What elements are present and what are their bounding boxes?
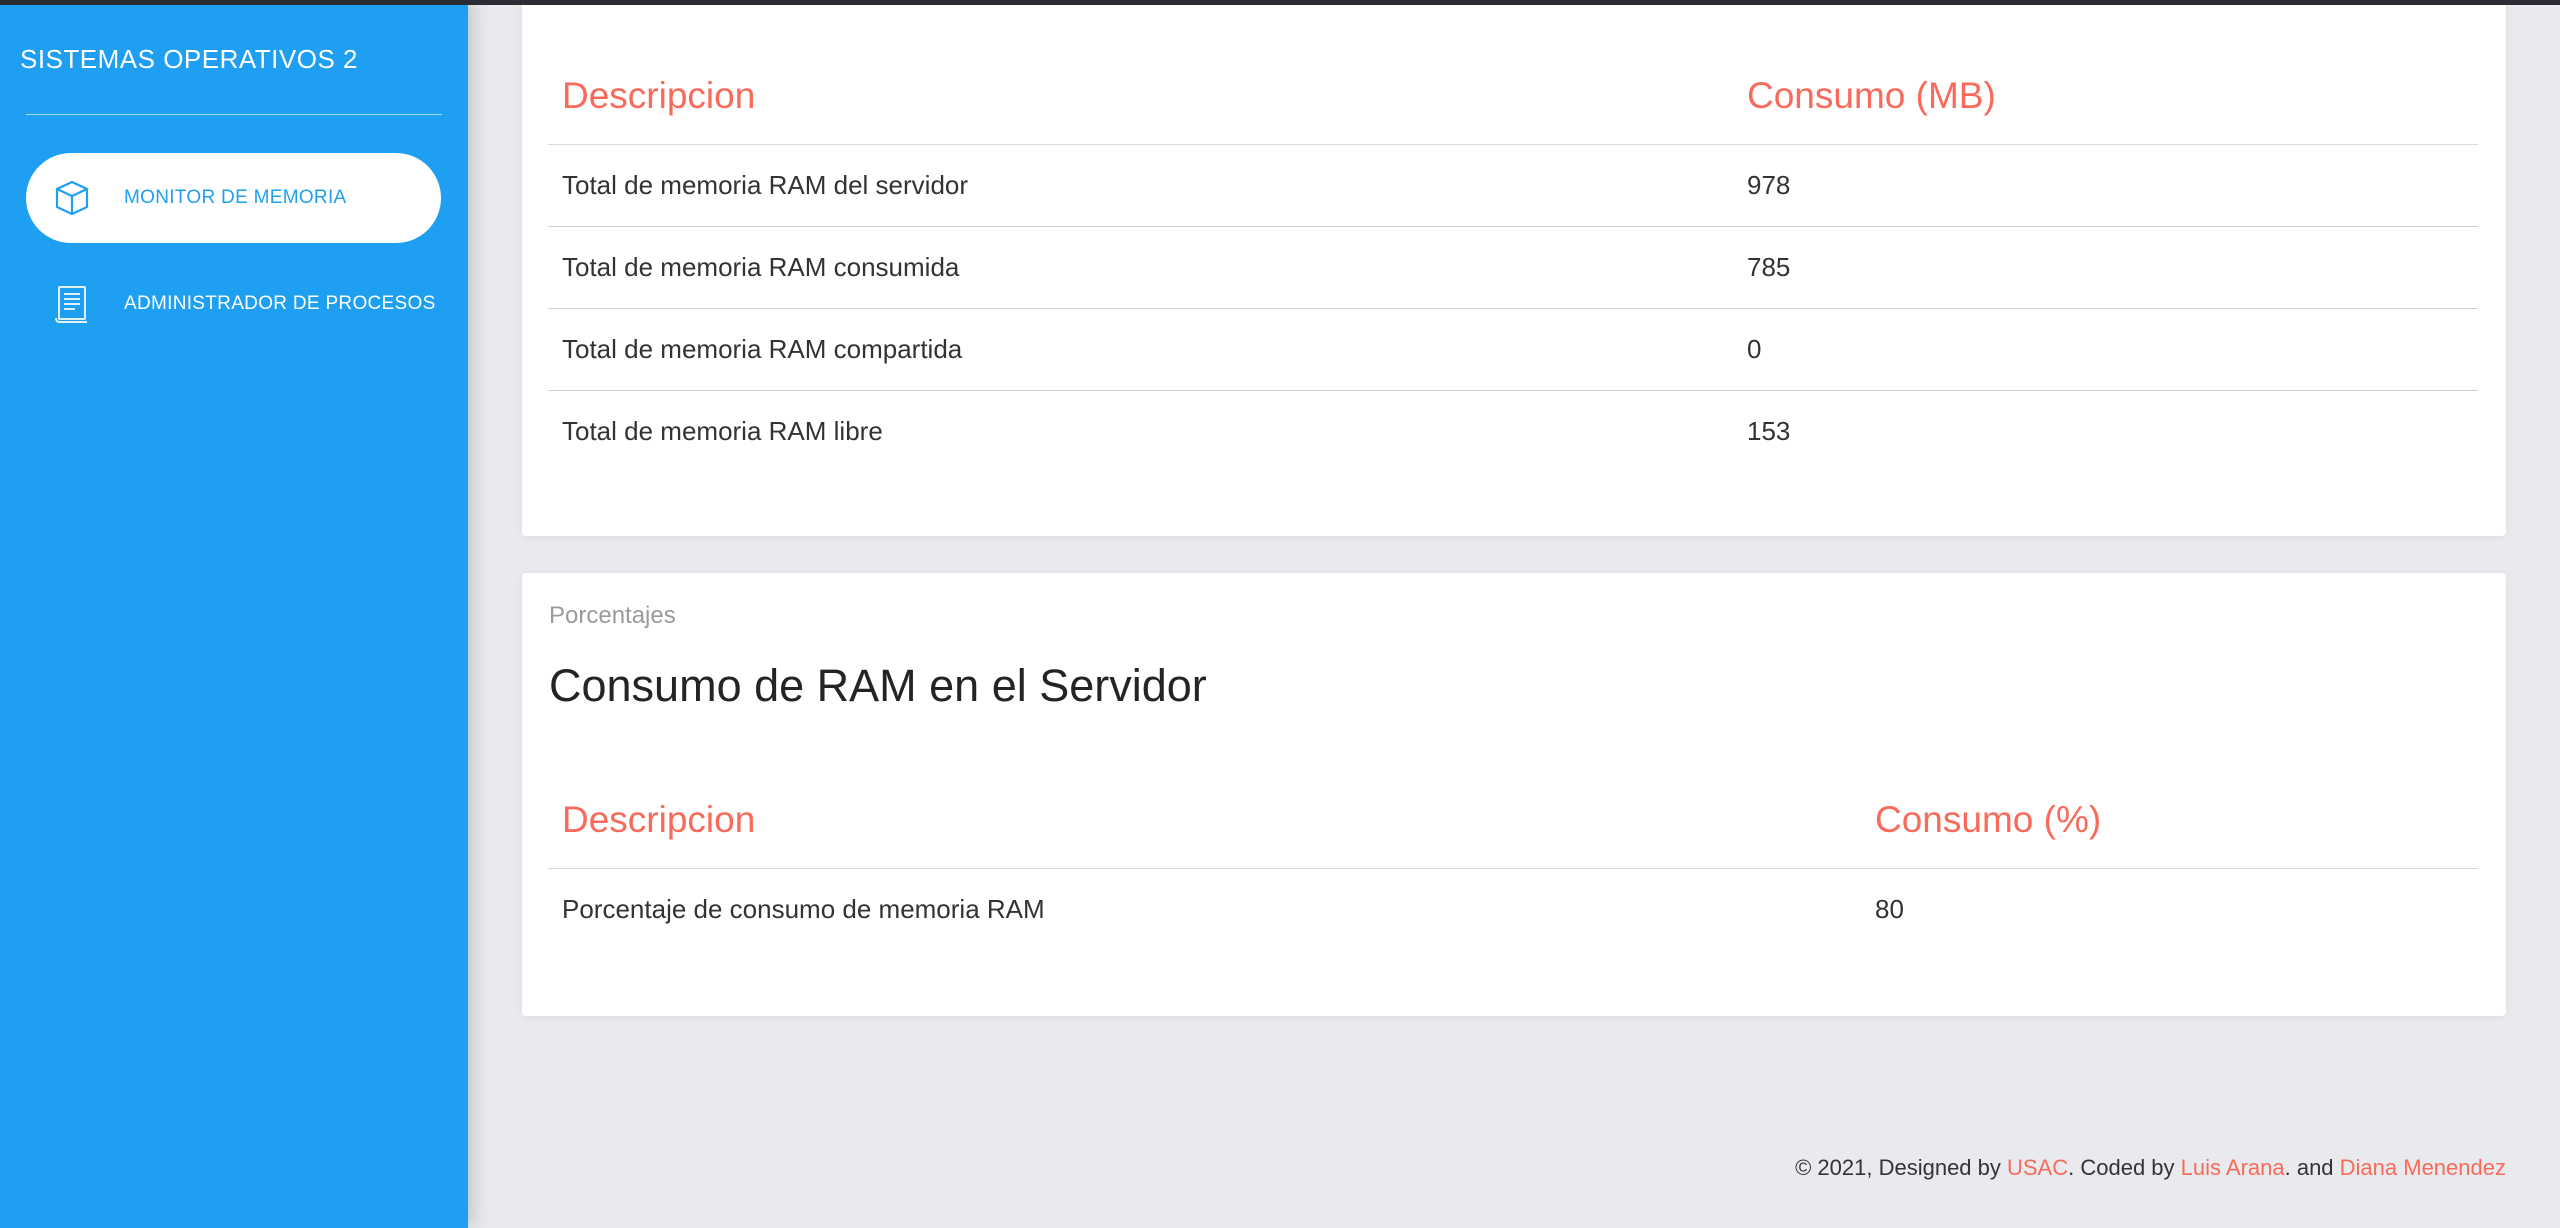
document-icon bbox=[52, 284, 92, 324]
row-description: Total de memoria RAM consumida bbox=[548, 226, 1733, 309]
box-icon bbox=[52, 178, 92, 218]
row-value: 0 bbox=[1733, 308, 2478, 391]
table-header-row: Descripcion Consumo (MB) bbox=[548, 48, 2478, 145]
column-header-description: Descripcion bbox=[548, 48, 1733, 145]
footer-link-diana-menendez[interactable]: Diana Menendez bbox=[2340, 1155, 2506, 1180]
row-description: Total de memoria RAM del servidor bbox=[548, 144, 1733, 227]
sidebar-item-label: MONITOR DE MEMORIA bbox=[124, 187, 347, 208]
footer: © 2021, Designed by USAC. Coded by Luis … bbox=[1795, 1155, 2506, 1181]
window-top-bar bbox=[0, 0, 2560, 5]
card-title: Consumo de RAM en el Servidor bbox=[549, 660, 1207, 711]
table-header-row: Descripcion Consumo (%) bbox=[548, 772, 2478, 869]
column-header-consumption: Consumo (MB) bbox=[1733, 48, 2478, 145]
table-row: Total de memoria RAM consumida 785 bbox=[548, 226, 2478, 309]
footer-middle: . Coded by bbox=[2068, 1155, 2181, 1180]
row-description: Porcentaje de consumo de memoria RAM bbox=[562, 894, 1045, 924]
footer-joiner: . and bbox=[2284, 1155, 2340, 1180]
footer-link-luis-arana[interactable]: Luis Arana bbox=[2181, 1155, 2285, 1180]
row-value: 978 bbox=[1733, 144, 2478, 227]
row-value: 785 bbox=[1733, 226, 2478, 309]
table-row: Total de memoria RAM libre 153 bbox=[548, 391, 2478, 473]
sidebar: SISTEMAS OPERATIVOS 2 MONITOR DE MEMORIA… bbox=[0, 0, 468, 1228]
row-description: Total de memoria RAM compartida bbox=[548, 308, 1733, 391]
sidebar-item-monitor-de-memoria[interactable]: MONITOR DE MEMORIA bbox=[26, 153, 441, 243]
sidebar-item-administrador-de-procesos[interactable]: ADMINISTRADOR DE PROCESOS bbox=[26, 259, 441, 349]
brand-divider bbox=[26, 114, 442, 115]
footer-prefix: © 2021, Designed by bbox=[1795, 1155, 2007, 1180]
footer-link-usac[interactable]: USAC bbox=[2007, 1155, 2068, 1180]
card-category: Porcentajes bbox=[549, 602, 676, 629]
table-row: Porcentaje de consumo de memoria RAM 80 bbox=[548, 869, 2478, 951]
percentage-table: Descripcion Consumo (%) Porcentaje de co… bbox=[548, 772, 2478, 950]
column-header-consumption: Consumo (%) bbox=[1861, 772, 2478, 869]
row-value: 80 bbox=[1875, 894, 1904, 924]
sidebar-item-label: ADMINISTRADOR DE PROCESOS bbox=[124, 293, 436, 314]
memory-card: Descripcion Consumo (MB) Total de memori… bbox=[522, 0, 2506, 536]
table-row: Total de memoria RAM compartida 0 bbox=[548, 308, 2478, 391]
row-description: Total de memoria RAM libre bbox=[562, 416, 883, 446]
row-value: 153 bbox=[1747, 416, 1791, 446]
memory-table: Descripcion Consumo (MB) Total de memori… bbox=[548, 48, 2478, 472]
column-header-description: Descripcion bbox=[548, 772, 1861, 869]
brand-title[interactable]: SISTEMAS OPERATIVOS 2 bbox=[20, 44, 358, 75]
table-row: Total de memoria RAM del servidor 978 bbox=[548, 144, 2478, 227]
